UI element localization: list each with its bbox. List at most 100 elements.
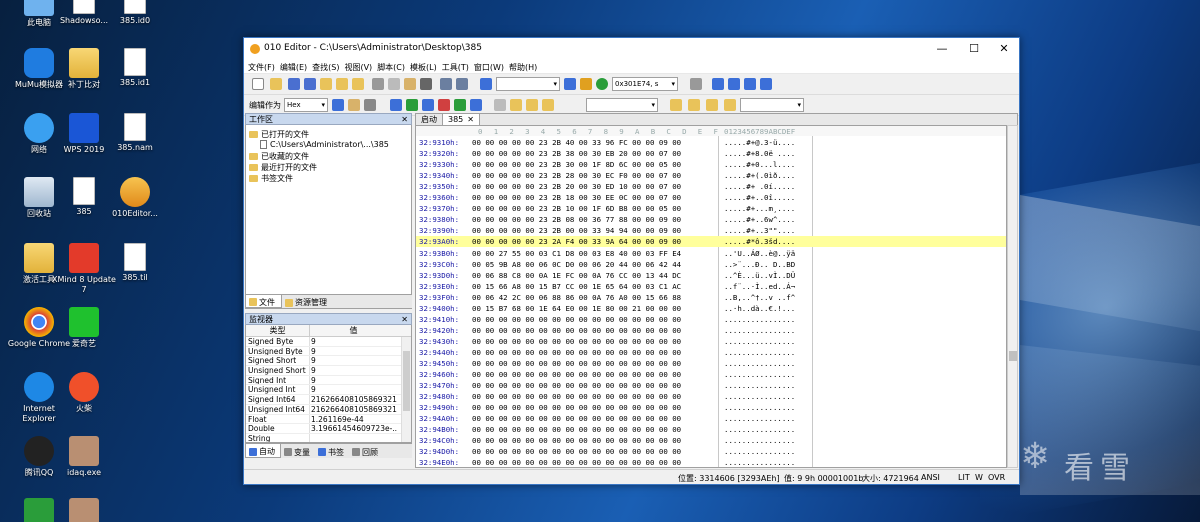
hex-row[interactable]: 32:9390h: 00 00 00 00 00 23 2B 00 00 33 9… bbox=[416, 225, 1006, 236]
hex-row[interactable]: 32:9310h: 00 00 00 00 00 23 2B 40 00 33 9… bbox=[416, 137, 1006, 148]
hex-row[interactable]: 32:9370h: 00 00 00 00 00 23 2B 10 00 1F 6… bbox=[416, 203, 1006, 214]
hex-ascii[interactable]: .....#+...m¸.... bbox=[724, 203, 795, 214]
minimize-button[interactable]: — bbox=[928, 40, 956, 58]
hex-row[interactable]: 32:9470h: 00 00 00 00 00 00 00 00 00 00 0… bbox=[416, 380, 1006, 391]
hex-bytes[interactable]: 00 15 B7 68 00 1E 64 E0 00 1E 80 00 21 0… bbox=[472, 303, 681, 314]
save-icon[interactable] bbox=[288, 78, 300, 90]
tab-startup[interactable]: 启动 bbox=[416, 114, 442, 125]
run-template-icon[interactable] bbox=[470, 99, 482, 111]
hex-ascii[interactable]: ................ bbox=[724, 402, 795, 413]
desktop-icon-385-id1[interactable]: 385.id1 bbox=[102, 48, 168, 88]
hex-bytes[interactable]: 00 00 00 00 00 23 2B 40 00 33 96 FC 00 0… bbox=[472, 137, 681, 148]
inspector-row[interactable]: Float 1.261169e-44 bbox=[246, 414, 411, 425]
replace-icon[interactable] bbox=[580, 78, 592, 90]
delete-icon[interactable] bbox=[420, 78, 432, 90]
hex-bytes[interactable]: 00 00 00 00 00 00 00 00 00 00 00 00 00 0… bbox=[472, 402, 681, 413]
hex-ascii[interactable]: ................ bbox=[724, 413, 795, 424]
hex-bytes[interactable]: 00 00 00 00 00 00 00 00 00 00 00 00 00 0… bbox=[472, 446, 681, 457]
hex-row[interactable]: 32:94E0h: 00 00 00 00 00 00 00 00 00 00 0… bbox=[416, 457, 1006, 467]
hex-row[interactable]: 32:9430h: 00 00 00 00 00 00 00 00 00 00 0… bbox=[416, 336, 1006, 347]
print-icon[interactable] bbox=[690, 78, 702, 90]
inspector-row[interactable]: Unsigned Short 9 bbox=[246, 366, 411, 376]
hex-ascii[interactable]: .....#+..3"".... bbox=[724, 225, 795, 236]
menu-window[interactable]: 窗口(W) bbox=[474, 60, 509, 73]
menu-file[interactable]: 文件(F) bbox=[248, 60, 280, 73]
inspector-row[interactable]: Unsigned Byte 9 bbox=[246, 346, 411, 357]
close-button[interactable]: ✕ bbox=[990, 40, 1018, 58]
new-file-icon[interactable] bbox=[252, 78, 264, 90]
hex-bytes[interactable]: 00 00 00 00 00 23 2A F4 00 33 9A 64 00 0… bbox=[472, 236, 681, 247]
menu-edit[interactable]: 编辑(E) bbox=[280, 60, 312, 73]
open-folder-icon[interactable] bbox=[320, 78, 332, 90]
desktop-icon-iqiyi[interactable]: 爱奇艺 bbox=[51, 307, 117, 349]
hex-row[interactable]: 32:94C0h: 00 00 00 00 00 00 00 00 00 00 0… bbox=[416, 435, 1006, 446]
desktop-icon-385-til[interactable]: 385.til bbox=[102, 243, 168, 283]
tab-variables[interactable]: 变量 bbox=[281, 444, 315, 458]
hex-row[interactable]: 32:93D0h: 00 06 88 C8 00 0A 1E FC 00 0A 7… bbox=[416, 270, 1006, 281]
hex-ascii[interactable]: .....#*ô.3šd.... bbox=[724, 236, 795, 247]
hex-row[interactable]: 32:9480h: 00 00 00 00 00 00 00 00 00 00 0… bbox=[416, 391, 1006, 402]
tree-favorite-files[interactable]: 已收藏的文件 bbox=[249, 151, 309, 162]
hex-ascii[interactable]: ..f¨..·Ì..ed..Á¬ bbox=[724, 281, 795, 292]
hex-ascii[interactable]: .....#+8.0ë .... bbox=[724, 148, 795, 159]
save-all-icon[interactable] bbox=[336, 78, 348, 90]
hex-ascii[interactable]: ................ bbox=[724, 325, 795, 336]
hex-bytes[interactable]: 00 00 00 00 00 00 00 00 00 00 00 00 00 0… bbox=[472, 325, 681, 336]
bookmark-next-icon[interactable] bbox=[728, 78, 740, 90]
hex-bytes[interactable]: 00 15 66 A8 00 15 B7 CC 00 1E 65 64 00 0… bbox=[472, 281, 681, 292]
find-next-icon[interactable] bbox=[564, 78, 576, 90]
hex-ascii[interactable]: ................ bbox=[724, 391, 795, 402]
template-run-icon[interactable] bbox=[526, 99, 538, 111]
hex-bytes[interactable]: 00 00 00 00 00 00 00 00 00 00 00 00 00 0… bbox=[472, 391, 681, 402]
hex-bytes[interactable]: 00 06 42 2C 00 06 88 86 00 0A 76 A0 00 1… bbox=[472, 292, 681, 303]
undo-icon[interactable] bbox=[440, 78, 452, 90]
paste-icon[interactable] bbox=[404, 78, 416, 90]
hex-view[interactable]: 0 1 2 3 4 5 6 7 8 9 A B C D E F 0123456789ABCDEF 32:9310… bbox=[415, 125, 1007, 468]
template-combo[interactable] bbox=[740, 98, 804, 112]
hex-row[interactable]: 32:9460h: 00 00 00 00 00 00 00 00 00 00 0… bbox=[416, 369, 1006, 380]
inspector-row[interactable]: Double 3.19661454609723e-... bbox=[246, 424, 411, 434]
hex-bytes[interactable]: 00 00 00 00 00 00 00 00 00 00 00 00 00 0… bbox=[472, 314, 681, 325]
hex-row[interactable]: 32:9490h: 00 00 00 00 00 00 00 00 00 00 0… bbox=[416, 402, 1006, 413]
menu-search[interactable]: 查找(S) bbox=[312, 60, 344, 73]
highlight-icon[interactable] bbox=[348, 99, 360, 111]
menu-script[interactable]: 脚本(C) bbox=[377, 60, 410, 73]
hex-ascii[interactable]: ..'U..ÁØ..è@..ÿä bbox=[724, 248, 795, 259]
menu-view[interactable]: 视图(V) bbox=[344, 60, 377, 73]
column-header-type[interactable]: 类型 bbox=[246, 325, 309, 336]
select-icon[interactable] bbox=[494, 99, 506, 111]
inspector-row[interactable]: Unsigned Int 9 bbox=[246, 385, 411, 396]
hex-ascii[interactable]: ................ bbox=[724, 314, 795, 325]
hex-scrollbar[interactable] bbox=[1007, 125, 1018, 468]
hex-row[interactable]: 32:9350h: 00 00 00 00 00 23 2B 20 00 30 E… bbox=[416, 181, 1006, 192]
tree-recent-files[interactable]: 最近打开的文件 bbox=[249, 162, 317, 173]
desktop-icon-010editor[interactable]: 010Editor... bbox=[102, 177, 168, 219]
hex-bytes[interactable]: 00 00 00 00 00 00 00 00 00 00 00 00 00 0… bbox=[472, 347, 681, 358]
hex-ascii[interactable]: .....#+ .0í..... bbox=[724, 181, 795, 192]
hex-ascii[interactable]: .....#+..6w^.... bbox=[724, 214, 795, 225]
hex-row[interactable]: 32:9380h: 00 00 00 00 00 23 2B 08 00 36 7… bbox=[416, 214, 1006, 225]
calculator-icon[interactable] bbox=[390, 99, 402, 111]
inspector-scrollbar[interactable] bbox=[401, 337, 411, 442]
hex-bytes[interactable]: 00 00 00 00 00 23 2B 00 00 33 94 94 00 0… bbox=[472, 225, 681, 236]
histogram-icon[interactable] bbox=[438, 99, 450, 111]
hex-row[interactable]: 32:9410h: 00 00 00 00 00 00 00 00 00 00 0… bbox=[416, 314, 1006, 325]
hex-bytes[interactable]: 00 00 00 00 00 23 2B 28 00 30 EC F0 00 0… bbox=[472, 170, 681, 181]
inspector-row[interactable]: Signed Int 9 bbox=[246, 375, 411, 386]
scrollbar-thumb[interactable] bbox=[403, 351, 410, 411]
hex-ascii[interactable]: ................ bbox=[724, 446, 795, 457]
inspector-row[interactable]: Unsigned Int64 216266408105869321 bbox=[246, 404, 411, 415]
hex-bytes[interactable]: 00 00 00 00 00 23 2B 10 00 1F 6D B8 00 0… bbox=[472, 203, 681, 214]
script-edit-icon[interactable] bbox=[706, 99, 718, 111]
save-as-icon[interactable] bbox=[304, 78, 316, 90]
bookmark-prev-icon[interactable] bbox=[744, 78, 756, 90]
hex-row[interactable]: 32:9360h: 00 00 00 00 00 23 2B 18 00 30 E… bbox=[416, 192, 1006, 203]
hex-ascii[interactable]: ..·h..dà..€.!... bbox=[724, 303, 795, 314]
hex-bytes[interactable]: 00 06 88 C8 00 0A 1E FC 00 0A 76 CC 00 1… bbox=[472, 270, 681, 281]
tab-explorer[interactable]: 资源管理 bbox=[282, 295, 333, 308]
find-combo[interactable] bbox=[496, 77, 560, 91]
scrollbar-thumb[interactable] bbox=[1009, 351, 1017, 361]
inspector-row[interactable]: String bbox=[246, 433, 411, 442]
template-open-icon[interactable] bbox=[510, 99, 522, 111]
hex-bytes[interactable]: 00 00 00 00 00 00 00 00 00 00 00 00 00 0… bbox=[472, 424, 681, 435]
